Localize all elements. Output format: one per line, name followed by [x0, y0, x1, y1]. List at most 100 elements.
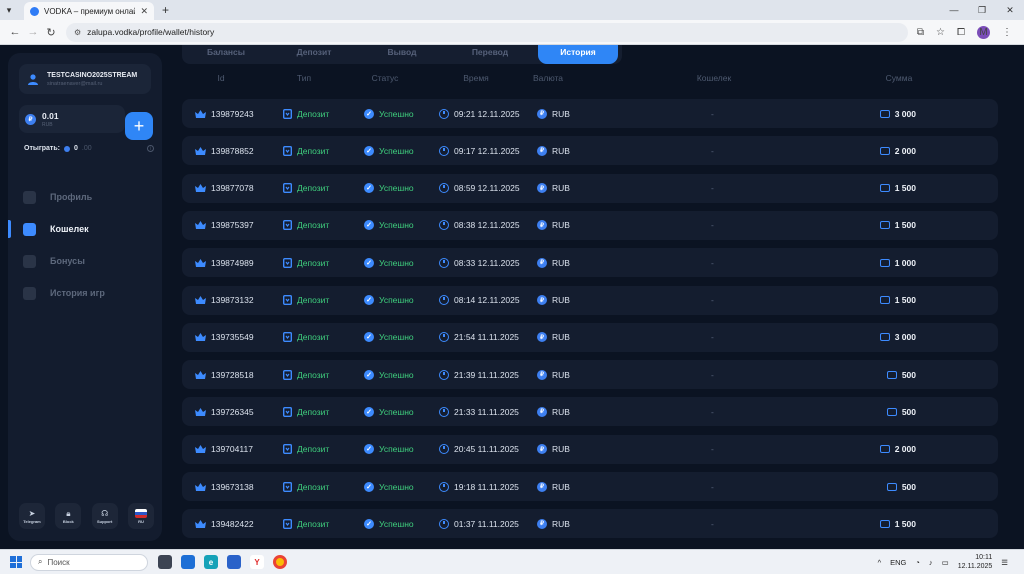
ruble-coin-icon: ₽: [537, 518, 547, 529]
language-button[interactable]: RU: [127, 503, 154, 529]
cell-amount: 500: [886, 397, 916, 426]
info-icon[interactable]: i: [147, 145, 154, 152]
telegram-button[interactable]: ➤ Telegram: [19, 503, 45, 529]
check-circle-icon: ✓: [364, 145, 374, 156]
url-field[interactable]: ⚙ zalupa.vodka/profile/wallet/history: [66, 22, 908, 42]
tab-balances[interactable]: Балансы: [182, 45, 270, 64]
deposit-box-icon: [283, 257, 292, 268]
wager-value-decimals: .00: [81, 145, 92, 152]
transaction-type: Депозит: [297, 406, 330, 417]
cell-status: ✓ Успешно: [364, 99, 414, 128]
forward-icon[interactable]: →: [24, 26, 42, 38]
minimize-icon[interactable]: —: [940, 0, 968, 20]
table-row[interactable]: 139728518 Депозит ✓ Успешно 21:39 11.11.2025…: [182, 360, 998, 390]
ruble-coin-icon: ₽: [537, 183, 547, 194]
tray-chevron-icon[interactable]: ^: [878, 558, 882, 567]
ruble-coin-icon: ₽: [537, 481, 547, 492]
profile-avatar[interactable]: M: [977, 25, 990, 39]
deposit-plus-button[interactable]: +: [125, 112, 153, 140]
cell-time: 08:33 12.11.2025: [439, 248, 520, 277]
cell-id: 139728518: [195, 360, 254, 389]
table-row[interactable]: 139726345 Депозит ✓ Успешно 21:33 11.11.2025…: [182, 397, 998, 427]
menu-dots-icon[interactable]: ⋮: [1002, 27, 1012, 38]
transaction-status: Успешно: [379, 518, 414, 529]
new-tab-icon[interactable]: +: [162, 3, 169, 17]
transaction-id: 139879243: [211, 108, 254, 119]
sidebar-item-profile[interactable]: Профиль: [8, 186, 162, 208]
window-controls: — ❐ ✕: [940, 0, 1024, 20]
network-icon[interactable]: ◔: [915, 558, 920, 567]
bookmark-star-icon[interactable]: ☆: [936, 27, 945, 38]
user-card[interactable]: TESTCASINO2025STREAM sinatraenaver@mail.…: [19, 64, 151, 94]
widgets-icon[interactable]: [181, 555, 195, 569]
transaction-id: 139735549: [211, 332, 254, 343]
cell-amount: 3 000: [879, 99, 916, 128]
taskbar-search-input[interactable]: ⌕ Поиск: [30, 553, 148, 571]
tab-withdraw[interactable]: Вывод: [358, 45, 446, 64]
tab-close-icon[interactable]: ✕: [140, 6, 148, 17]
table-row[interactable]: 139874989 Депозит ✓ Успешно 08:33 12.11.2025…: [182, 248, 998, 278]
transaction-currency: RUB: [552, 332, 570, 343]
cell-currency: ₽ RUB: [537, 509, 570, 538]
close-window-icon[interactable]: ✕: [996, 0, 1024, 20]
check-circle-icon: ✓: [364, 406, 374, 417]
block-button[interactable]: 🔒︎ Block: [55, 503, 82, 529]
tab-transfer[interactable]: Перевод: [446, 45, 534, 64]
edge-icon[interactable]: e: [204, 555, 218, 569]
taskbar-clock[interactable]: 10:11 12.11.2025: [958, 553, 993, 571]
deposit-box-icon: [283, 108, 292, 119]
task-view-icon[interactable]: [158, 555, 172, 569]
cell-wallet: -: [711, 136, 714, 165]
transaction-amount: 500: [901, 406, 916, 417]
tab-history[interactable]: История: [538, 45, 618, 64]
table-row[interactable]: 139878852 Депозит ✓ Успешно 09:17 12.11.2025…: [182, 136, 998, 166]
sidebar-item-label: Кошелек: [50, 224, 89, 234]
deposit-box-icon: [283, 183, 292, 194]
table-row[interactable]: 139482422 Депозит ✓ Успешно 01:37 11.11.2025…: [182, 509, 998, 539]
transaction-amount: 3 000: [894, 108, 916, 119]
reload-icon[interactable]: ↻: [42, 26, 60, 39]
table-row[interactable]: 139875397 Депозит ✓ Успешно 08:38 12.11.2025…: [182, 210, 998, 240]
language-indicator[interactable]: ENG: [890, 558, 906, 567]
table-row[interactable]: 139879243 Депозит ✓ Успешно 09:21 12.11.2025…: [182, 99, 998, 128]
battery-icon[interactable]: ▭: [942, 558, 949, 567]
cell-currency: ₽ RUB: [537, 136, 570, 165]
site-info-icon[interactable]: ⚙: [74, 28, 81, 37]
transaction-amount: 2 000: [894, 444, 916, 455]
sidebar-item-wallet[interactable]: Кошелек: [8, 218, 162, 240]
yandex-icon[interactable]: Y: [250, 555, 264, 569]
windows-start-icon[interactable]: [10, 556, 22, 568]
cell-wallet: -: [711, 211, 714, 240]
tab-search-chevron-icon[interactable]: ▾: [0, 0, 18, 20]
table-row[interactable]: 139704117 Депозит ✓ Успешно 20:45 11.11.2025…: [182, 434, 998, 464]
search-placeholder: Поиск: [47, 557, 70, 567]
cell-status: ✓ Успешно: [364, 211, 414, 240]
cell-status: ✓ Успешно: [364, 323, 414, 352]
deposit-box-icon: [283, 369, 292, 380]
tab-deposit[interactable]: Депозит: [270, 45, 358, 64]
sidebar-item-game-history[interactable]: История игр: [8, 282, 162, 304]
transaction-type: Депозит: [297, 444, 330, 455]
back-icon[interactable]: ←: [6, 26, 24, 38]
restore-icon[interactable]: ❐: [968, 0, 996, 20]
extensions-icon[interactable]: ⧠: [957, 27, 965, 38]
browser-tab[interactable]: VODKA – премиум онлайн-ка ✕: [24, 2, 154, 20]
chrome-icon[interactable]: [273, 555, 287, 569]
transaction-id: 139704117: [211, 444, 253, 455]
transaction-id: 139673138: [211, 481, 254, 492]
table-row[interactable]: 139877078 Депозит ✓ Успешно 08:59 12.11.2025…: [182, 173, 998, 203]
table-row[interactable]: 139873132 Депозит ✓ Успешно 08:14 12.11.2025…: [182, 285, 998, 315]
table-row[interactable]: 139673138 Депозит ✓ Успешно 19:18 11.11.2025…: [182, 472, 998, 501]
transaction-time: 08:33 12.11.2025: [454, 257, 520, 268]
transaction-type: Депозит: [297, 369, 330, 380]
table-row[interactable]: 139735549 Депозит ✓ Успешно 21:54 11.11.2025…: [182, 322, 998, 352]
tab-title: VODKA – премиум онлайн-ка: [44, 6, 135, 16]
volume-icon[interactable]: ♪: [929, 558, 933, 567]
store-icon[interactable]: [227, 555, 241, 569]
clock-icon: [439, 444, 449, 455]
notifications-icon[interactable]: ☰: [1001, 558, 1008, 567]
cast-icon[interactable]: ⧉: [917, 27, 924, 38]
support-button[interactable]: ☊ Support: [91, 503, 118, 529]
sidebar-item-bonuses[interactable]: Бонусы: [8, 250, 162, 272]
transaction-time: 09:17 12.11.2025: [454, 145, 520, 156]
